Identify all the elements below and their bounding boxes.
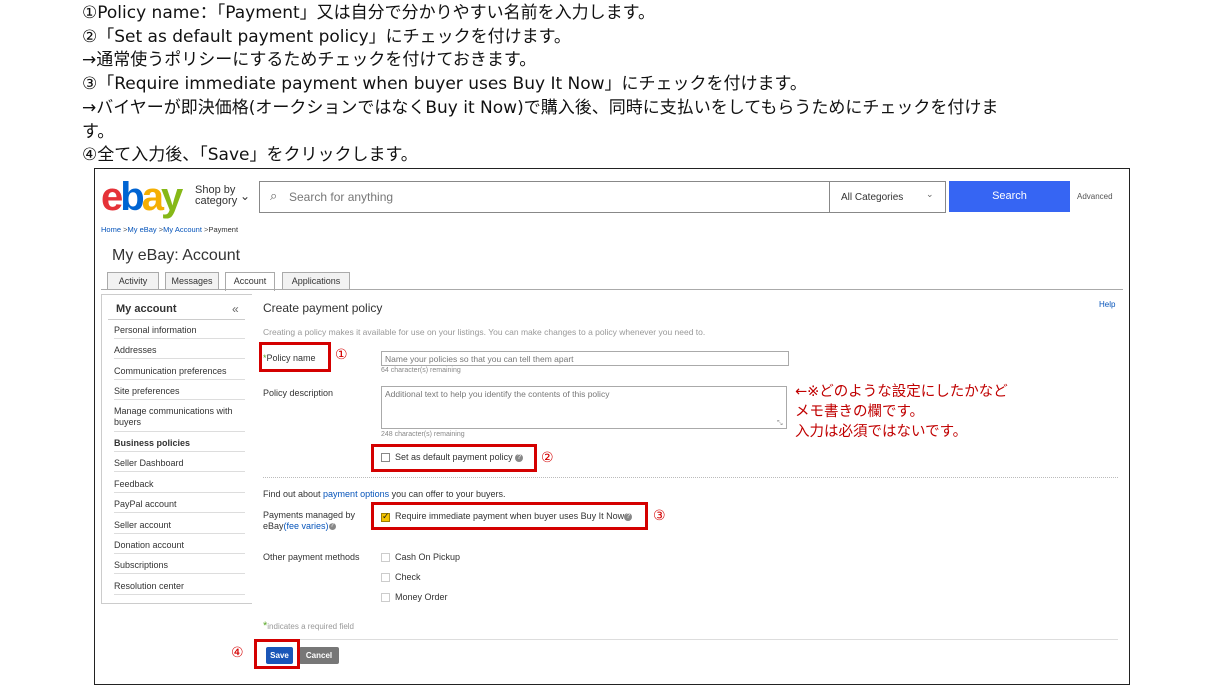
payments-managed-line2: eBay [263, 521, 284, 531]
breadcrumb-home[interactable]: Home [101, 225, 121, 234]
policy-description-remaining: 248 character(s) remaining [381, 431, 465, 438]
annotation-box-1 [259, 342, 331, 372]
tab-activity[interactable]: Activity [107, 272, 159, 290]
sidebar-item-subscriptions[interactable]: Subscriptions [114, 557, 245, 574]
breadcrumb: Home >My eBay >My Account >Payment [101, 225, 239, 234]
sidebar-item-seller-account[interactable]: Seller account [114, 517, 245, 534]
annotation-box-2 [371, 444, 537, 472]
annotation-box-4 [254, 639, 300, 669]
chevron-down-icon: ⌄ [926, 189, 934, 199]
footer-divider [263, 639, 1118, 640]
annotation-number-1: ① [335, 347, 348, 363]
search-button[interactable]: Search [949, 181, 1070, 212]
breadcrumb-my-account[interactable]: My Account [163, 225, 202, 234]
sidebar-item-feedback[interactable]: Feedback [114, 476, 245, 493]
cash-on-pickup-checkbox[interactable] [381, 553, 390, 562]
other-payment-methods-label: Other payment methods [263, 552, 360, 562]
sidebar-divider [108, 319, 245, 320]
sidebar-item-manage-communications[interactable]: Manage communications with buyers [114, 403, 245, 432]
payment-options-link[interactable]: payment options [323, 489, 389, 499]
money-order-checkbox[interactable] [381, 593, 390, 602]
annotation-note-line-3: 入力は必須ではないです。 [795, 424, 968, 440]
required-note-text: indicates a required field [267, 622, 354, 631]
sidebar-item-resolution-center[interactable]: Resolution center [114, 578, 245, 595]
sidebar-item-paypal-account[interactable]: PayPal account [114, 496, 245, 513]
instruction-line-3: →通常使うポリシーにするためチェックを付けておきます。 [82, 50, 537, 70]
find-out-suffix: you can offer to your buyers. [389, 489, 506, 499]
chevron-down-icon[interactable]: ⌄ [240, 189, 250, 203]
sidebar-item-communication-preferences[interactable]: Communication preferences [114, 363, 245, 380]
annotation-note-line-1: ←※どのような設定にしたかなど [795, 384, 1008, 400]
payments-managed-label: Payments managed by eBay(fee varies)? [263, 510, 355, 532]
resize-handle-icon[interactable]: ⤡ [777, 420, 783, 428]
help-icon[interactable]: ? [328, 523, 336, 531]
tab-messages[interactable]: Messages [165, 272, 219, 290]
collapse-sidebar-icon[interactable]: « [232, 302, 239, 316]
category-select[interactable]: All Categories ⌄ [829, 181, 946, 213]
money-order-label: Money Order [395, 592, 448, 602]
payment-options-text: Find out about payment options you can o… [263, 489, 506, 499]
fee-varies-link[interactable]: (fee varies) [284, 521, 329, 531]
instruction-line-4: ③「Require immediate payment when buyer u… [82, 74, 807, 94]
annotation-number-2: ② [541, 450, 554, 466]
sidebar-item-business-policies[interactable]: Business policies [114, 435, 245, 452]
sidebar-item-seller-dashboard[interactable]: Seller Dashboard [114, 455, 245, 472]
search-icon: ⌕ [270, 188, 278, 203]
cancel-button[interactable]: Cancel [299, 647, 339, 664]
required-field-note: *indicates a required field [263, 620, 354, 632]
sidebar-item-personal-information[interactable]: Personal information [114, 322, 245, 339]
form-intro: Creating a policy makes it available for… [263, 327, 706, 337]
policy-name-input[interactable]: Name your policies so that you can tell … [381, 351, 789, 366]
check-label: Check [395, 572, 421, 582]
annotation-number-3: ③ [653, 508, 666, 524]
category-select-value: All Categories [841, 192, 904, 203]
annotation-number-4: ④ [231, 645, 244, 661]
sidebar-item-addresses[interactable]: Addresses [114, 342, 245, 359]
sidebar-item-site-preferences[interactable]: Site preferences [114, 383, 245, 400]
instruction-line-2: ②「Set as default payment policy」にチェックを付け… [82, 27, 571, 47]
policy-name-remaining: 64 character(s) remaining [381, 367, 461, 374]
policy-description-textarea[interactable]: Additional text to help you identify the… [381, 386, 787, 429]
ebay-logo[interactable]: ebay [101, 177, 183, 217]
shop-by-category[interactable]: Shop by category [195, 185, 237, 207]
instruction-line-6: す。 [82, 122, 115, 142]
find-out-prefix: Find out about [263, 489, 324, 499]
policy-description-label: Policy description [263, 388, 334, 398]
payments-managed-line1: Payments managed by [263, 510, 356, 520]
instruction-line-1: ①Policy name：「Payment」又は自分で分かりやすい名前を入力しま… [82, 3, 655, 23]
cash-on-pickup-label: Cash On Pickup [395, 552, 461, 562]
help-link[interactable]: Help [1099, 300, 1115, 309]
annotation-box-3 [371, 502, 648, 530]
section-divider [263, 477, 1118, 478]
check-checkbox[interactable] [381, 573, 390, 582]
sidebar-heading: My account [116, 303, 177, 315]
search-placeholder: Search for anything [289, 190, 394, 204]
tab-applications[interactable]: Applications [282, 272, 350, 290]
sidebar-item-donation-account[interactable]: Donation account [114, 537, 245, 554]
advanced-link[interactable]: Advanced [1077, 192, 1113, 201]
page-title: My eBay: Account [112, 247, 241, 264]
search-input[interactable]: ⌕ Search for anything [259, 181, 830, 213]
ebay-screenshot: ebay Shop by category ⌄ ⌕ Search for any… [94, 168, 1130, 685]
breadcrumb-payment: Payment [208, 225, 239, 234]
form-heading: Create payment policy [263, 301, 383, 315]
tab-divider [101, 289, 1123, 290]
breadcrumb-my-ebay[interactable]: My eBay [128, 225, 157, 234]
annotation-note-line-2: メモ書きの欄です。 [795, 404, 925, 420]
instruction-line-7: ④全て入力後、「Save」をクリックします。 [82, 145, 418, 165]
instruction-line-5: →バイヤーが即決価格(オークションではなくBuy it Now)で購入後、同時に… [82, 98, 999, 118]
